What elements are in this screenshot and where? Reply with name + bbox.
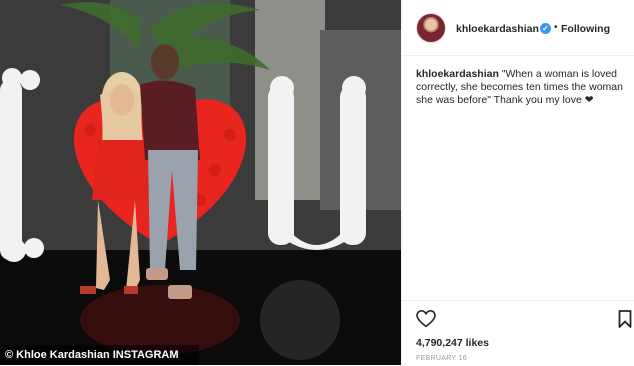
avatar[interactable] xyxy=(416,13,446,43)
post-photo[interactable]: © Khloe Kardashian INSTAGRAM xyxy=(0,0,401,365)
post-header: khloekardashian ✓ • Following xyxy=(402,0,634,56)
post-date: FEBRUARY 16 xyxy=(416,355,467,362)
verified-badge-icon: ✓ xyxy=(540,23,551,34)
photo-scene xyxy=(0,0,401,365)
following-button[interactable]: Following xyxy=(561,23,610,35)
post-actions: 4,790,247 likes FEBRUARY 16 xyxy=(402,300,634,366)
header-separator: • xyxy=(554,22,558,33)
bookmark-icon[interactable] xyxy=(618,310,632,328)
post-caption: khloekardashian "When a woman is loved c… xyxy=(416,68,628,107)
header-username[interactable]: khloekardashian xyxy=(456,23,539,35)
likes-count[interactable]: 4,790,247 likes xyxy=(416,337,489,349)
photo-watermark: © Khloe Kardashian INSTAGRAM xyxy=(0,345,199,365)
caption-username[interactable]: khloekardashian xyxy=(416,68,499,80)
instagram-post: © Khloe Kardashian INSTAGRAM khloekardas… xyxy=(0,0,634,365)
post-side-panel: khloekardashian ✓ • Following khloekarda… xyxy=(401,0,634,365)
heart-outline-icon[interactable] xyxy=(416,310,436,328)
